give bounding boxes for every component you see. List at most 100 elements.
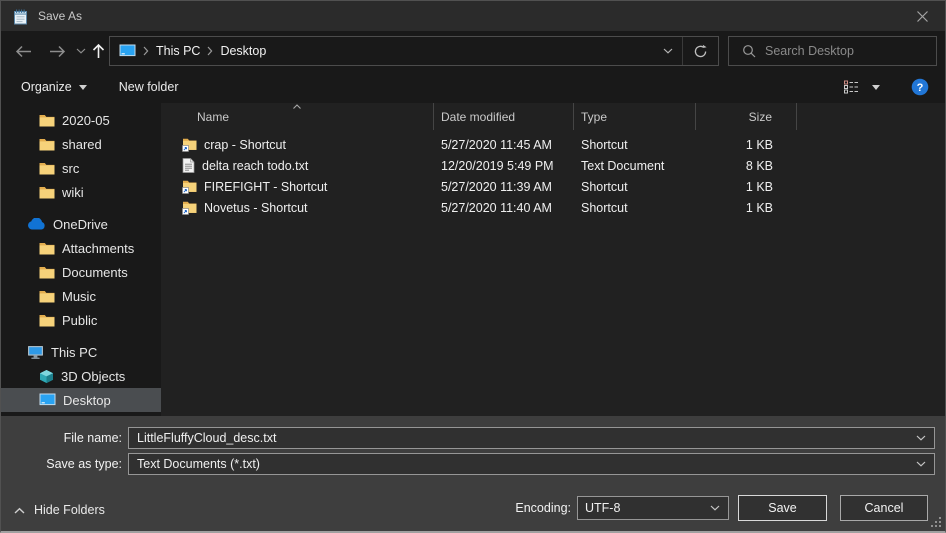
sidebar-item-3d-objects[interactable]: 3D Objects (1, 364, 161, 388)
window-title: Save As (38, 9, 82, 23)
close-button[interactable] (900, 1, 945, 31)
up-button[interactable] (87, 38, 109, 64)
organize-button[interactable]: Organize (12, 71, 96, 103)
encoding-select[interactable]: UTF-8 (577, 496, 729, 520)
bottom-panel: File name: Save as type: Text Documents … (1, 416, 945, 531)
chevron-down-icon[interactable] (916, 461, 926, 467)
textfile-icon (182, 158, 195, 173)
file-name-combobox[interactable] (128, 427, 935, 449)
column-header-type[interactable]: Type (574, 103, 696, 130)
save-as-type-value: Text Documents (*.txt) (129, 457, 260, 471)
hide-folders-button[interactable]: Hide Folders (14, 503, 105, 517)
new-folder-button[interactable]: New folder (110, 71, 188, 103)
refresh-button[interactable] (683, 37, 718, 65)
save-as-dialog: Save As This PC Desktop (0, 0, 946, 533)
hide-folders-label: Hide Folders (34, 503, 105, 517)
file-row[interactable]: crap - Shortcut 5/27/2020 11:45 AM Short… (161, 134, 945, 155)
chevron-down-icon[interactable] (710, 505, 720, 511)
column-headers: Name Date modified Type Size (161, 103, 945, 130)
main-area: 2020-05 shared src wiki OneDrive Attachm… (1, 103, 945, 416)
navigation-bar: This PC Desktop (1, 31, 945, 71)
address-dropdown-button[interactable] (654, 37, 682, 65)
sidebar-item-desktop[interactable]: Desktop (1, 388, 161, 412)
sidebar-item-public[interactable]: Public (1, 308, 161, 332)
svg-text:?: ? (917, 82, 924, 94)
encoding-value: UTF-8 (578, 501, 620, 515)
folder-icon (39, 138, 55, 151)
forward-button[interactable] (43, 38, 71, 64)
file-row[interactable]: FIREFIGHT - Shortcut 5/27/2020 11:39 AM … (161, 176, 945, 197)
folder-icon (39, 186, 55, 199)
sidebar-item-attachments[interactable]: Attachments (1, 236, 161, 260)
shortcut-icon (182, 180, 197, 194)
file-name-label: File name: (1, 431, 122, 445)
sidebar-item-shared[interactable]: shared (1, 132, 161, 156)
folder-icon (39, 242, 55, 255)
shortcut-icon (182, 138, 197, 152)
save-as-type-select[interactable]: Text Documents (*.txt) (128, 453, 935, 475)
search-input[interactable] (765, 44, 936, 58)
encoding-label: Encoding: (515, 501, 571, 515)
search-box[interactable] (728, 36, 937, 66)
sidebar-item-2020-05[interactable]: 2020-05 (1, 108, 161, 132)
back-button[interactable] (9, 38, 37, 64)
notepad-icon (12, 8, 29, 25)
save-button[interactable]: Save (738, 495, 827, 521)
folder-icon (39, 266, 55, 279)
arrow-up-icon (92, 43, 105, 59)
caret-down-icon (872, 85, 880, 90)
breadcrumb-desktop[interactable]: Desktop (220, 44, 266, 58)
title-bar: Save As (1, 1, 945, 31)
help-button[interactable]: ? (908, 78, 932, 96)
column-header-date-modified[interactable]: Date modified (434, 103, 574, 130)
breadcrumb-chevron-icon (200, 46, 220, 56)
folder-icon (39, 290, 55, 303)
cube-icon (39, 369, 54, 384)
view-mode-button[interactable] (840, 80, 862, 94)
arrow-right-icon (49, 45, 66, 58)
cancel-button[interactable]: Cancel (840, 495, 928, 521)
chevron-up-icon (14, 507, 25, 514)
breadcrumb-this-pc[interactable]: This PC (156, 44, 200, 58)
folder-icon (39, 114, 55, 127)
arrow-left-icon (15, 45, 32, 58)
sort-ascending-icon (293, 104, 302, 109)
resize-grip[interactable] (931, 517, 942, 528)
search-icon (742, 44, 756, 58)
address-bar[interactable]: This PC Desktop (109, 36, 719, 66)
pc-icon (27, 345, 44, 360)
sidebar-item-documents[interactable]: Documents (1, 260, 161, 284)
desktop-icon (39, 393, 56, 407)
chevron-down-icon[interactable] (916, 435, 926, 441)
folder-icon (39, 162, 55, 175)
toolbar: Organize New folder ? (1, 71, 945, 103)
sidebar-item-wiki[interactable]: wiki (1, 180, 161, 204)
help-icon: ? (911, 78, 929, 96)
sidebar-item-this-pc[interactable]: This PC (1, 340, 161, 364)
new-folder-label: New folder (119, 80, 179, 94)
chevron-down-icon (663, 48, 673, 54)
organize-label: Organize (21, 80, 72, 94)
breadcrumb-chevron-icon (136, 46, 156, 56)
file-row[interactable]: Novetus - Shortcut 5/27/2020 11:40 AM Sh… (161, 197, 945, 218)
shortcut-icon (182, 201, 197, 215)
sidebar-item-src[interactable]: src (1, 156, 161, 180)
desktop-icon (119, 44, 136, 58)
folder-icon (39, 314, 55, 327)
details-view-icon (843, 80, 859, 94)
folder-tree: 2020-05 shared src wiki OneDrive Attachm… (1, 103, 161, 416)
cloud-icon (27, 218, 46, 230)
refresh-icon (693, 44, 708, 59)
close-icon (916, 10, 929, 23)
file-rows: crap - Shortcut 5/27/2020 11:45 AM Short… (161, 130, 945, 218)
view-mode-dropdown[interactable] (869, 85, 883, 90)
file-row[interactable]: delta reach todo.txt 12/20/2019 5:49 PM … (161, 155, 945, 176)
file-name-input[interactable] (129, 431, 934, 445)
file-list: Name Date modified Type Size crap - Shor… (161, 103, 945, 416)
column-header-size[interactable]: Size (696, 103, 797, 130)
sidebar-item-onedrive[interactable]: OneDrive (1, 212, 161, 236)
column-header-name[interactable]: Name (161, 103, 434, 130)
save-as-type-label: Save as type: (1, 457, 122, 471)
sidebar-item-music[interactable]: Music (1, 284, 161, 308)
chevron-down-icon (76, 48, 86, 54)
